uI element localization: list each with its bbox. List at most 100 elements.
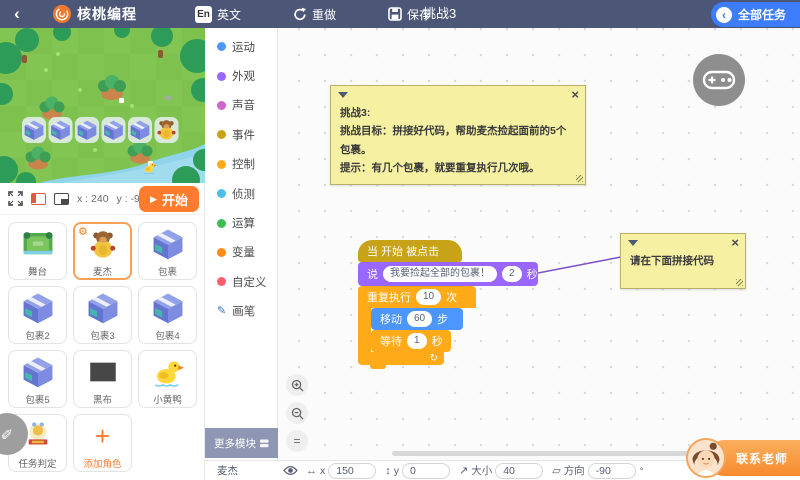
sprite-label: 添加角色 xyxy=(83,456,121,470)
sprite-label: 小黄鸭 xyxy=(153,392,182,406)
category-控制[interactable]: 控制 xyxy=(205,150,277,179)
instruction-note[interactable]: × 请在下面拼接代码 xyxy=(620,233,746,289)
sprite-card-包裹5[interactable]: 包裹5 xyxy=(8,350,67,408)
contact-teacher-button[interactable]: 联系老师 xyxy=(686,437,800,479)
say-seconds-input[interactable]: 2 xyxy=(502,266,522,282)
box-icon xyxy=(21,353,55,391)
all-tasks-chevron-icon: ‹ xyxy=(716,7,732,23)
left-panel: x : 240 y : -93 ▶ 开始 舞台麦杰⚙包裹包裹2包裹3包裹4包裹5… xyxy=(0,28,205,480)
repeat-count-input[interactable]: 10 xyxy=(416,289,441,305)
category-运动[interactable]: 运动 xyxy=(205,32,277,61)
sprite-list: 舞台 麦杰⚙包裹包裹2 包裹3 包裹4 包裹5黑布小黄鸭任务判定 +添加角色 xyxy=(0,216,205,480)
challenge-goal: 挑战目标：拼接好代码，帮助麦杰捡起面前的5个包裹。 xyxy=(340,122,576,159)
box-icon xyxy=(86,289,120,327)
direction-icon: ▱ xyxy=(552,464,560,477)
gamepad-button[interactable] xyxy=(692,53,746,112)
sprite-label: 包裹2 xyxy=(25,328,49,342)
all-tasks-label: 全部任务 xyxy=(738,6,786,23)
sprite-label: 任务判定 xyxy=(18,456,56,470)
back-button[interactable]: ‹ xyxy=(0,1,34,27)
category-声音[interactable]: 声音 xyxy=(205,91,277,120)
repeat-block-left-arm[interactable] xyxy=(358,308,371,352)
stage-preview[interactable] xyxy=(0,28,205,183)
topbar: ‹ 核桃编程 En 英文 重做 保存 xyxy=(0,0,800,28)
category-事件[interactable]: 事件 xyxy=(205,120,277,149)
sprite-card-麦杰[interactable]: 麦杰⚙ xyxy=(73,222,132,280)
direction-input[interactable] xyxy=(588,463,636,479)
category-dot xyxy=(217,101,226,110)
canvas-horizontal-scrollbar[interactable] xyxy=(392,451,688,456)
small-stage-icon[interactable] xyxy=(54,193,69,205)
category-外观[interactable]: 外观 xyxy=(205,61,277,90)
zoom-reset-button[interactable]: = xyxy=(286,430,308,452)
add-icon: + xyxy=(95,417,110,455)
size-label: 大小 xyxy=(471,463,492,478)
x-position-input[interactable] xyxy=(328,463,376,479)
sprite-card-包裹3[interactable]: 包裹3 xyxy=(73,286,132,344)
say-text-input[interactable]: 我要捡起全部的包裹！ xyxy=(383,266,497,282)
sprite-card-小黄鸭[interactable]: 小黄鸭 xyxy=(138,350,197,408)
loop-arrow-icon: ↻ xyxy=(430,353,438,364)
sprite-label: 舞台 xyxy=(28,264,47,278)
block-wait-secs[interactable]: 等待 1 秒 xyxy=(371,330,451,352)
sprite-label: 包裹3 xyxy=(90,328,114,342)
cloth-icon xyxy=(86,353,120,391)
split-view-icon[interactable] xyxy=(31,193,46,205)
zoom-in-button[interactable] xyxy=(286,374,308,396)
sprite-card-黑布[interactable]: 黑布 xyxy=(73,350,132,408)
category-侦测[interactable]: 侦测 xyxy=(205,179,277,208)
stage-icon xyxy=(21,225,55,263)
redo-label: 重做 xyxy=(312,6,336,23)
gear-icon[interactable]: ⚙ xyxy=(78,225,88,238)
size-input[interactable] xyxy=(495,463,543,479)
note-close-icon[interactable]: × xyxy=(571,87,579,102)
zoom-out-button[interactable] xyxy=(286,402,308,424)
x-axis-icon: ↔ xyxy=(306,465,317,477)
language-label: 英文 xyxy=(217,6,241,23)
challenge-note[interactable]: × 挑战3: 挑战目标：拼接好代码，帮助麦杰捡起面前的5个包裹。 提示：有几个包… xyxy=(330,85,586,185)
more-modules-button[interactable]: 更多模块 xyxy=(205,428,278,458)
wait-seconds-input[interactable]: 1 xyxy=(407,333,427,349)
category-变量[interactable]: 变量 xyxy=(205,238,277,267)
y-axis-icon: ↕ xyxy=(385,465,391,477)
category-dot xyxy=(217,189,226,198)
sprite-card-添加角色[interactable]: +添加角色 xyxy=(73,414,132,472)
page-title: 挑战3 xyxy=(423,0,456,28)
sprite-card-包裹4[interactable]: 包裹4 xyxy=(138,286,197,344)
inspector-sprite-name: 麦杰 xyxy=(205,463,281,478)
redo-button[interactable]: 重做 xyxy=(293,6,336,23)
move-steps-input[interactable]: 60 xyxy=(407,311,432,327)
code-canvas[interactable]: × 挑战3: 挑战目标：拼接好代码，帮助麦杰捡起面前的5个包裹。 提示：有几个包… xyxy=(278,28,800,460)
canvas-zoom-controls: = xyxy=(286,374,308,452)
block-move-steps[interactable]: 移动 60 步 xyxy=(371,308,463,330)
language-toggle[interactable]: En 英文 xyxy=(195,6,241,23)
sprite-card-舞台[interactable]: 舞台 xyxy=(8,222,67,280)
y-position-input[interactable] xyxy=(402,463,450,479)
save-icon xyxy=(388,7,402,21)
start-button[interactable]: ▶ 开始 xyxy=(139,186,199,212)
block-repeat-times[interactable]: 重复执行 10 次 xyxy=(358,286,476,308)
all-tasks-button[interactable]: ‹ 全部任务 xyxy=(711,2,800,27)
eye-icon xyxy=(283,465,298,476)
x-label: x xyxy=(320,465,325,477)
category-自定义[interactable]: 自定义 xyxy=(205,267,277,296)
block-say-for-secs[interactable]: 说 我要捡起全部的包裹！ 2 秒 xyxy=(358,262,538,286)
visibility-toggle[interactable] xyxy=(283,465,298,476)
play-icon: ▶ xyxy=(150,194,157,205)
note-close-icon[interactable]: × xyxy=(731,235,739,250)
block-when-start-clicked[interactable]: 当 开始 被点击 xyxy=(358,240,462,262)
sprite-card-包裹[interactable]: 包裹 xyxy=(138,222,197,280)
category-画笔[interactable]: ✎画笔 xyxy=(205,297,277,326)
y-label: y xyxy=(394,465,399,477)
language-badge: En xyxy=(195,6,212,23)
note-collapse-icon[interactable] xyxy=(338,92,348,98)
category-运算[interactable]: 运算 xyxy=(205,208,277,237)
size-icon: ↗ xyxy=(459,464,468,477)
sprite-card-包裹2[interactable]: 包裹2 xyxy=(8,286,67,344)
repeat-block-bottom-arm[interactable]: ↻ xyxy=(358,352,444,365)
fullscreen-icon[interactable] xyxy=(8,191,23,206)
category-label: 自定义 xyxy=(232,274,267,290)
block-category-list: 运动外观声音事件控制侦测运算变量自定义 ✎画笔 xyxy=(205,28,277,326)
note-collapse-icon[interactable] xyxy=(628,240,638,246)
teacher-avatar xyxy=(686,438,726,478)
